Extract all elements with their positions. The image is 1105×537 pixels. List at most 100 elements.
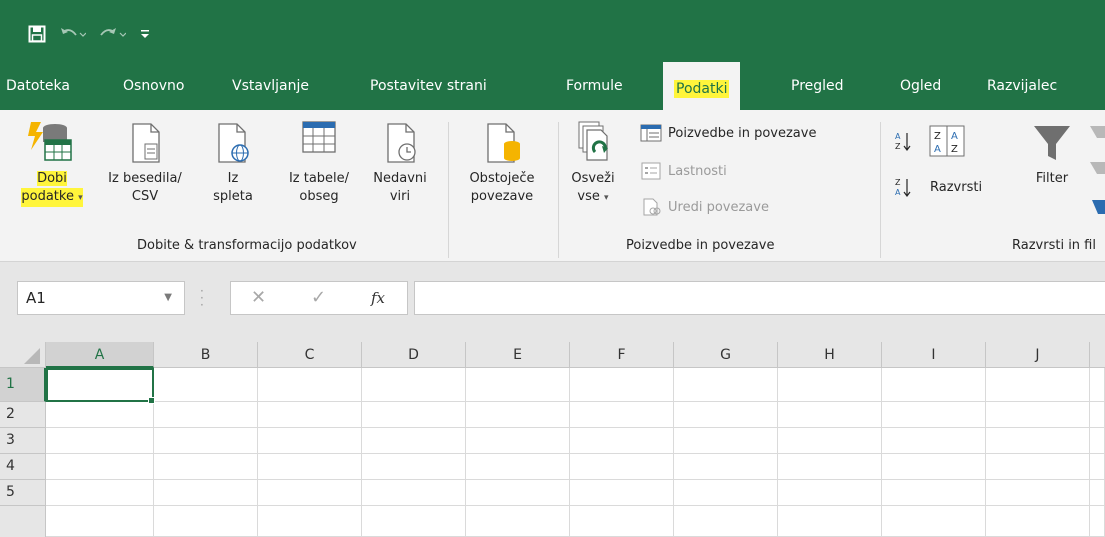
queries-connections-button[interactable]: Poizvedbe in povezave: [640, 124, 816, 142]
grid-cell[interactable]: [674, 506, 778, 537]
refresh-all-button[interactable]: Osveži vse ▾: [564, 120, 622, 207]
grid-cell[interactable]: [778, 428, 882, 454]
column-header[interactable]: C: [258, 342, 362, 368]
column-header-partial[interactable]: [1090, 342, 1105, 368]
grid-cell[interactable]: [258, 480, 362, 506]
grid-cell[interactable]: [986, 454, 1090, 480]
grid-cell[interactable]: [674, 428, 778, 454]
grid-cell[interactable]: [1090, 480, 1105, 506]
properties-button[interactable]: Lastnosti: [640, 162, 727, 180]
grid-cell[interactable]: [778, 506, 882, 537]
grid-cell[interactable]: [1090, 368, 1105, 402]
grid-cell[interactable]: [154, 454, 258, 480]
grid-cell[interactable]: [258, 368, 362, 402]
grid-cell[interactable]: [674, 454, 778, 480]
grid-cell[interactable]: [570, 428, 674, 454]
grid-cell[interactable]: [986, 402, 1090, 428]
column-header[interactable]: F: [570, 342, 674, 368]
tab-formule[interactable]: Formule: [566, 74, 623, 98]
row-header[interactable]: 5: [0, 480, 46, 506]
grid-cell[interactable]: [986, 506, 1090, 537]
grid-cell[interactable]: [466, 506, 570, 537]
grid-cell[interactable]: [258, 454, 362, 480]
grid-cell[interactable]: [882, 428, 986, 454]
grid-cell[interactable]: [258, 428, 362, 454]
row-header-partial[interactable]: [0, 506, 46, 537]
filter-button[interactable]: Filter: [1022, 120, 1082, 188]
grid-cell[interactable]: [46, 506, 154, 537]
grid-cell[interactable]: [1090, 402, 1105, 428]
grid-cell[interactable]: [1090, 428, 1105, 454]
select-all-corner[interactable]: [0, 342, 46, 368]
grid-cell[interactable]: [778, 480, 882, 506]
grid-cell[interactable]: [154, 402, 258, 428]
existing-connections-button[interactable]: Obstoječe povezave: [456, 120, 548, 206]
from-web-button[interactable]: Iz spleta: [206, 120, 260, 206]
row-header[interactable]: 3: [0, 428, 46, 454]
grid-cell[interactable]: [466, 428, 570, 454]
grid-cell[interactable]: [674, 480, 778, 506]
grid-cell[interactable]: [466, 480, 570, 506]
grid-cell[interactable]: [986, 368, 1090, 402]
grid-cell[interactable]: [154, 480, 258, 506]
row-header[interactable]: 1: [0, 368, 46, 402]
grid-cell[interactable]: [362, 368, 466, 402]
grid-cell[interactable]: [674, 402, 778, 428]
grid-cell[interactable]: [46, 454, 154, 480]
grid-cell[interactable]: [362, 428, 466, 454]
cancel-icon[interactable]: ✕: [251, 282, 266, 314]
chevron-down-icon[interactable]: ▼: [164, 282, 172, 314]
grid-cell[interactable]: [466, 402, 570, 428]
grid-cell[interactable]: [570, 480, 674, 506]
grid-cell[interactable]: [570, 454, 674, 480]
grid-cell[interactable]: [362, 454, 466, 480]
grid-cell[interactable]: [778, 454, 882, 480]
row-header[interactable]: 2: [0, 402, 46, 428]
grid-cell[interactable]: [258, 506, 362, 537]
tab-ogled[interactable]: Ogled: [900, 74, 941, 98]
tab-podatki[interactable]: Podatki: [663, 62, 741, 110]
grid-cell[interactable]: [362, 402, 466, 428]
customize-qat-icon[interactable]: [140, 28, 150, 40]
column-header[interactable]: E: [466, 342, 570, 368]
get-data-button[interactable]: Dobi podatke ▾: [4, 120, 100, 207]
recent-sources-button[interactable]: Nedavni viri: [364, 120, 436, 206]
grid-cell[interactable]: [46, 402, 154, 428]
grid-cell[interactable]: [466, 368, 570, 402]
grid-cell[interactable]: [1090, 454, 1105, 480]
grid-cell[interactable]: [154, 428, 258, 454]
grid-cell[interactable]: [674, 368, 778, 402]
save-icon[interactable]: [28, 25, 46, 43]
edit-links-button[interactable]: Uredi povezave: [640, 198, 769, 216]
column-header[interactable]: H: [778, 342, 882, 368]
column-header[interactable]: D: [362, 342, 466, 368]
sort-z-a-button[interactable]: Z A: [894, 176, 914, 198]
sort-button[interactable]: Razvrsti: [930, 180, 982, 195]
grid-cell[interactable]: [778, 368, 882, 402]
fill-handle[interactable]: [148, 397, 155, 404]
grid-cell[interactable]: [46, 480, 154, 506]
tab-postavitev-strani[interactable]: Postavitev strani: [370, 74, 487, 98]
grid-cell[interactable]: [466, 454, 570, 480]
grid-cell[interactable]: [882, 454, 986, 480]
tab-osnovno[interactable]: Osnovno: [123, 74, 184, 98]
column-header[interactable]: A: [46, 342, 154, 368]
grid-cell[interactable]: [882, 480, 986, 506]
grid-cell[interactable]: [882, 402, 986, 428]
name-box[interactable]: A1 ▼: [17, 281, 185, 315]
sort-dialog-icon-button[interactable]: Z A A Z: [928, 124, 966, 158]
enter-check-icon[interactable]: ✓: [311, 282, 326, 314]
grid-cell[interactable]: [154, 506, 258, 537]
column-header[interactable]: G: [674, 342, 778, 368]
grid-cell[interactable]: [882, 368, 986, 402]
grid-cell[interactable]: [362, 480, 466, 506]
tab-datoteka[interactable]: Datoteka: [6, 74, 70, 98]
drag-handle-icon[interactable]: · · ·: [200, 285, 204, 311]
clear-filter-icon[interactable]: [1088, 122, 1105, 222]
column-header[interactable]: I: [882, 342, 986, 368]
grid-cell[interactable]: [570, 368, 674, 402]
grid-cell[interactable]: [46, 368, 154, 402]
column-header[interactable]: B: [154, 342, 258, 368]
tab-pregled[interactable]: Pregled: [791, 74, 844, 98]
grid-cell[interactable]: [362, 506, 466, 537]
